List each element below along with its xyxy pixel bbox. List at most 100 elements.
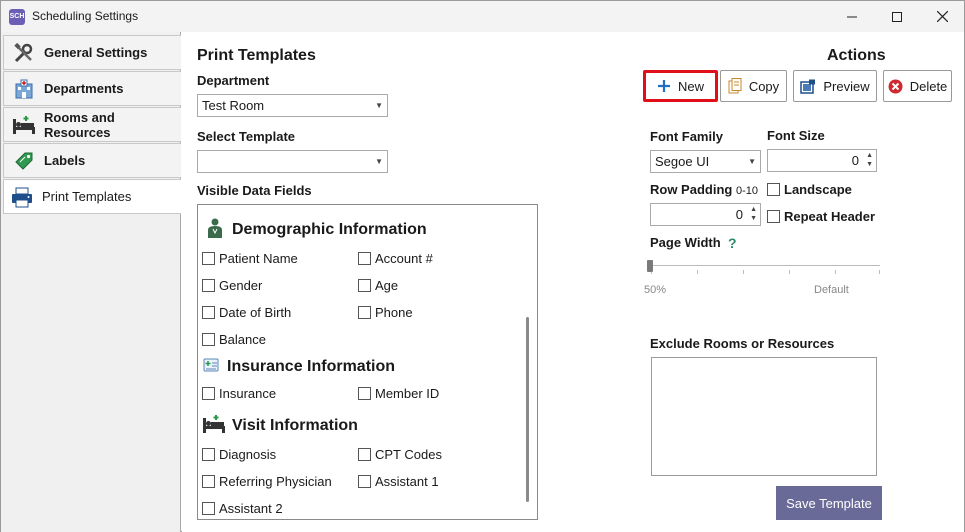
exclude-rooms-list[interactable] bbox=[651, 357, 877, 476]
minimize-icon bbox=[847, 16, 857, 17]
row-padding-spinner[interactable]: 0 ▲ ▼ bbox=[650, 203, 761, 226]
field-checkbox-member-id[interactable]: Member ID bbox=[358, 386, 439, 401]
section-title: Visit Information bbox=[232, 416, 358, 434]
section-title: Demographic Information bbox=[232, 220, 427, 238]
spin-up-icon[interactable]: ▲ bbox=[866, 152, 873, 160]
scheduling-settings-window: SCH Scheduling Settings General Settings… bbox=[0, 0, 965, 532]
chevron-down-icon: ▼ bbox=[748, 157, 756, 166]
insurance-card-icon bbox=[203, 356, 221, 377]
field-checkbox-referring-physician[interactable]: Referring Physician bbox=[202, 474, 332, 489]
font-family-value: Segoe UI bbox=[655, 154, 710, 169]
preview-button-label: Preview bbox=[823, 78, 870, 94]
visible-data-fields-list[interactable]: Demographic Information Patient Name Acc… bbox=[197, 204, 538, 520]
sidebar-item-label: Rooms and Resources bbox=[44, 109, 115, 140]
field-checkbox-diagnosis[interactable]: Diagnosis bbox=[202, 447, 276, 462]
plus-icon bbox=[657, 79, 671, 93]
close-button[interactable] bbox=[919, 1, 965, 32]
bed-icon bbox=[202, 414, 226, 437]
row-padding-range: 0-10 bbox=[736, 185, 759, 197]
sidebar: General Settings Departments Rooms and R… bbox=[1, 32, 181, 532]
copy-button[interactable]: Copy bbox=[720, 70, 787, 102]
print-templates-panel: Print Templates Department Test Room ▼ S… bbox=[182, 32, 964, 532]
person-icon bbox=[206, 217, 224, 242]
sidebar-item-label: Print Templates bbox=[42, 189, 132, 204]
font-family-label: Font Family bbox=[650, 129, 723, 144]
exclude-label: Exclude Rooms or Resources bbox=[650, 336, 835, 351]
sidebar-item-print-templates[interactable]: Print Templates bbox=[3, 179, 181, 214]
page-width-slider-thumb[interactable] bbox=[647, 260, 653, 272]
hospital-icon bbox=[12, 78, 36, 100]
spin-down-icon[interactable]: ▼ bbox=[750, 215, 757, 223]
field-checkbox-age[interactable]: Age bbox=[358, 278, 398, 293]
sidebar-item-departments[interactable]: Departments bbox=[3, 71, 181, 106]
close-icon bbox=[936, 11, 948, 22]
save-template-button[interactable]: Save Template bbox=[776, 486, 882, 520]
section-insurance: Insurance Information bbox=[203, 356, 395, 377]
sidebar-item-label: Departments bbox=[44, 81, 124, 96]
copy-button-label: Copy bbox=[748, 78, 780, 94]
sidebar-item-labels[interactable]: Labels bbox=[3, 143, 181, 178]
delete-icon bbox=[888, 79, 903, 94]
font-family-combo[interactable]: Segoe UI ▼ bbox=[650, 150, 761, 173]
copy-icon bbox=[728, 78, 742, 94]
app-icon: SCH bbox=[9, 9, 25, 25]
slider-min-label: 50% bbox=[644, 284, 667, 296]
page-width-slider-track[interactable] bbox=[651, 265, 880, 266]
field-checkbox-account[interactable]: Account # bbox=[358, 251, 433, 266]
select-template-combo[interactable]: ▼ bbox=[197, 150, 388, 173]
visible-data-fields-label: Visible Data Fields bbox=[197, 183, 312, 198]
landscape-checkbox[interactable]: Landscape bbox=[767, 182, 852, 197]
delete-button[interactable]: Delete bbox=[883, 70, 952, 102]
department-label: Department bbox=[197, 73, 270, 88]
field-checkbox-assistant-1[interactable]: Assistant 1 bbox=[358, 474, 439, 489]
field-checkbox-insurance[interactable]: Insurance bbox=[202, 386, 276, 401]
field-checkbox-gender[interactable]: Gender bbox=[202, 278, 262, 293]
new-button[interactable]: New bbox=[643, 70, 718, 102]
slider-max-label: Default bbox=[814, 284, 849, 296]
section-visit: Visit Information bbox=[202, 414, 358, 437]
field-checkbox-balance[interactable]: Balance bbox=[202, 332, 266, 347]
minimize-button[interactable] bbox=[829, 1, 875, 32]
font-size-spinner[interactable]: 0 ▲ ▼ bbox=[767, 149, 877, 172]
select-template-label: Select Template bbox=[197, 129, 296, 144]
sidebar-item-general-settings[interactable]: General Settings bbox=[3, 35, 181, 70]
new-button-label: New bbox=[677, 78, 704, 94]
font-size-label: Font Size bbox=[767, 128, 825, 143]
section-demographic: Demographic Information bbox=[206, 217, 427, 242]
field-checkbox-assistant-2[interactable]: Assistant 2 bbox=[202, 501, 283, 516]
page-width-label: Page Width bbox=[650, 235, 721, 250]
fields-scrollbar[interactable] bbox=[526, 317, 529, 502]
actions-title: Actions bbox=[827, 47, 886, 64]
department-combo[interactable]: Test Room ▼ bbox=[197, 94, 388, 117]
spin-up-icon[interactable]: ▲ bbox=[750, 206, 757, 214]
repeat-header-checkbox[interactable]: Repeat Header bbox=[767, 209, 875, 224]
preview-icon bbox=[800, 79, 816, 94]
help-icon[interactable]: ? bbox=[728, 235, 737, 251]
sidebar-item-label: Labels bbox=[44, 153, 86, 168]
tools-icon bbox=[12, 42, 36, 64]
field-checkbox-patient-name[interactable]: Patient Name bbox=[202, 251, 298, 266]
chevron-down-icon: ▼ bbox=[375, 157, 383, 166]
delete-button-label: Delete bbox=[909, 78, 948, 94]
field-checkbox-date-of-birth[interactable]: Date of Birth bbox=[202, 305, 291, 320]
field-checkbox-phone[interactable]: Phone bbox=[358, 305, 413, 320]
spin-down-icon[interactable]: ▼ bbox=[866, 161, 873, 169]
field-checkbox-cpt-codes[interactable]: CPT Codes bbox=[358, 447, 442, 462]
page-title: Print Templates bbox=[197, 47, 316, 64]
sidebar-item-label: General Settings bbox=[44, 45, 148, 60]
sidebar-item-rooms-and-resources[interactable]: Rooms and Resources bbox=[3, 107, 181, 142]
chevron-down-icon: ▼ bbox=[375, 101, 383, 110]
printer-icon bbox=[10, 186, 34, 208]
bed-icon bbox=[12, 114, 36, 136]
maximize-button[interactable] bbox=[874, 1, 920, 32]
department-value: Test Room bbox=[202, 98, 265, 113]
window-title: Scheduling Settings bbox=[32, 9, 139, 23]
maximize-icon bbox=[892, 11, 902, 22]
row-padding-label: Row Padding bbox=[650, 182, 733, 197]
row-padding-value: 0 bbox=[735, 207, 743, 222]
tag-icon bbox=[12, 150, 36, 172]
preview-button[interactable]: Preview bbox=[793, 70, 877, 102]
title-bar: SCH Scheduling Settings bbox=[1, 1, 964, 32]
section-title: Insurance Information bbox=[227, 357, 396, 375]
font-size-value: 0 bbox=[851, 153, 859, 168]
